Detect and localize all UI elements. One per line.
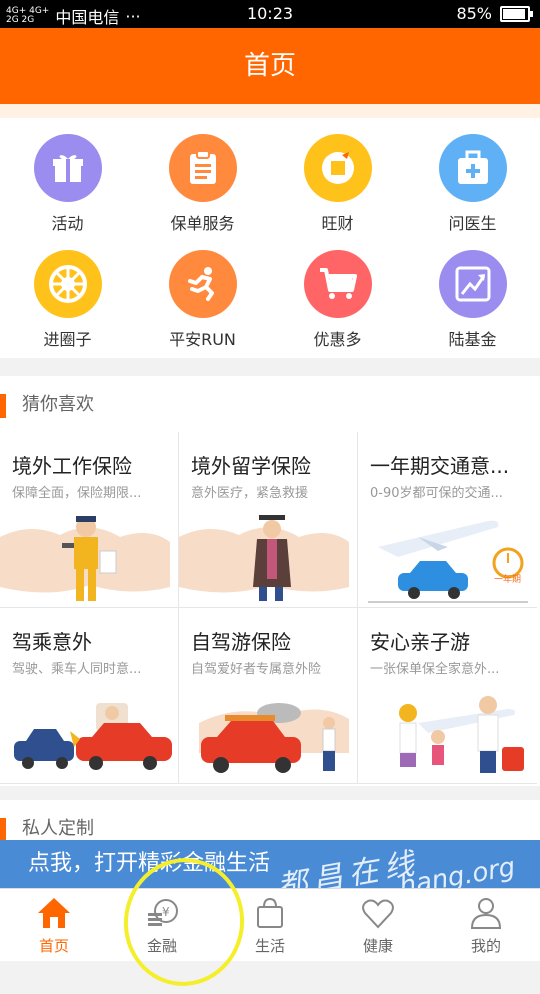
card-subtitle: 自驾爱好者专属意外险: [191, 662, 322, 677]
menu-item-activity[interactable]: 活动: [0, 134, 135, 234]
menu-label: 优惠多: [313, 330, 362, 349]
menu-label: 进圈子: [43, 330, 92, 349]
card-subtitle: 意外医疗，紧急救援: [191, 486, 309, 501]
battery-percent: 85%: [456, 4, 492, 23]
insurance-card-grid: 境外工作保险 保障全面，保险期限... 境外留学保险 意外医疗，紧急救援 一年期…: [0, 432, 540, 786]
cart-icon: [303, 250, 372, 318]
tab-home[interactable]: 首页: [0, 889, 108, 961]
card-subtitle: 0-90岁都可保的交通...: [370, 486, 503, 501]
card-annual-traffic[interactable]: 一年期交通意... 0-90岁都可保的交通... 一年期: [358, 432, 537, 608]
heart-icon: [362, 899, 394, 929]
bottom-tab-bar: 首页 ¥ 金融 生活 健康 我的: [0, 888, 540, 961]
card-title: 安心亲子游: [370, 630, 470, 654]
section-title: 私人定制: [22, 818, 94, 839]
banner-text: 点我，打开精彩金融生活: [28, 851, 271, 876]
user-icon: [470, 898, 502, 929]
coin-icon: [303, 134, 372, 202]
menu-item-policy-service[interactable]: 保单服务: [135, 134, 270, 234]
family-illustration: [399, 696, 524, 773]
card-badge: 一年期: [494, 575, 522, 585]
tab-label: 健康: [362, 937, 393, 955]
menu-item-discounts[interactable]: 优惠多: [270, 250, 405, 350]
menu-label: 保单服务: [170, 214, 235, 233]
menu-label: 平安RUN: [169, 330, 236, 349]
card-overseas-work[interactable]: 境外工作保险 保障全面，保险期限...: [0, 432, 179, 608]
tab-mine[interactable]: 我的: [432, 889, 540, 961]
shopping-bag-icon: [257, 897, 283, 928]
menu-item-circle[interactable]: 进圈子: [0, 250, 135, 350]
card-study-abroad[interactable]: 境外留学保险 意外医疗，紧急救援: [179, 432, 358, 608]
menu-label: 旺财: [321, 214, 354, 233]
finance-coins-icon: ¥: [148, 899, 178, 926]
menu-item-lu-fund[interactable]: 陆基金: [405, 250, 540, 350]
road-trip-illustration: [199, 703, 349, 773]
card-title: 自驾游保险: [191, 630, 291, 654]
menu-item-wangcai[interactable]: 旺财: [270, 134, 405, 234]
wheel-icon: [33, 250, 102, 318]
tab-health[interactable]: 健康: [324, 889, 432, 961]
card-family-trip[interactable]: 安心亲子游 一张保单保全家意外...: [358, 608, 537, 784]
card-self-drive[interactable]: 自驾游保险 自驾爱好者专属意外险: [179, 608, 358, 784]
tab-label: 我的: [470, 937, 501, 955]
card-subtitle: 驾驶、乘车人同时意...: [12, 662, 142, 677]
menu-label: 活动: [51, 214, 84, 233]
gift-icon: [33, 134, 102, 202]
card-title: 一年期交通意...: [370, 454, 510, 478]
clipboard-icon: [168, 134, 237, 202]
chart-up-icon: [438, 250, 507, 318]
menu-label: 陆基金: [448, 330, 497, 349]
tab-finance[interactable]: ¥ 金融: [108, 889, 216, 961]
crash-illustration: [14, 703, 172, 770]
tab-life[interactable]: 生活: [216, 889, 324, 961]
section-header-private: 私人定制: [0, 800, 540, 842]
card-title: 驾乘意外: [12, 630, 92, 654]
card-title: 境外留学保险: [191, 454, 311, 478]
section-header-guess: 猜你喜欢: [0, 376, 540, 432]
tab-label: 首页: [38, 937, 69, 955]
graduate-illustration: [179, 515, 349, 601]
menu-item-ask-doctor[interactable]: 问医生: [405, 134, 540, 234]
medical-kit-icon: [438, 134, 507, 202]
section-title: 猜你喜欢: [22, 394, 94, 415]
tab-label: 金融: [146, 937, 177, 955]
worker-illustration: [0, 516, 170, 601]
runner-icon: [168, 250, 237, 318]
battery-icon: [500, 5, 533, 22]
card-title: 境外工作保险: [12, 454, 132, 478]
quick-menu-grid: 活动 保单服务 旺财 问医生 进圈子 平安RUN 优惠多 陆基金: [0, 118, 540, 358]
card-subtitle: 一张保单保全家意外...: [370, 662, 500, 677]
section-accent: [0, 818, 6, 842]
card-driver-passenger[interactable]: 驾乘意外 驾驶、乘车人同时意...: [0, 608, 179, 784]
menu-item-pingan-run[interactable]: 平安RUN: [135, 250, 270, 350]
home-icon: [38, 898, 70, 928]
top-band: [0, 104, 540, 118]
tab-label: 生活: [254, 937, 285, 955]
svg-text:¥: ¥: [162, 905, 170, 919]
page-header: 首页: [0, 28, 540, 104]
plane-car-illustration: [368, 520, 528, 603]
section-accent: [0, 394, 6, 418]
page-title: 首页: [243, 51, 296, 81]
menu-label: 问医生: [448, 214, 497, 233]
card-subtitle: 保障全面，保险期限...: [12, 486, 142, 501]
status-bar: 4G+ 4G+ 2G 2G 中国电信 ··· 10:23 85%: [0, 0, 540, 28]
